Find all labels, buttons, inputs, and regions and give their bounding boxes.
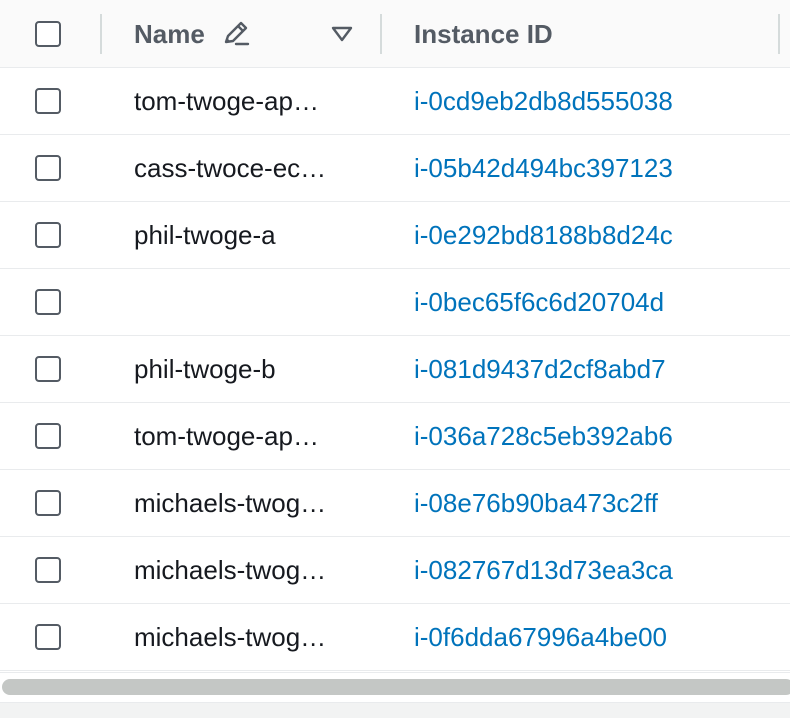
table-row[interactable]: michaels-twog… i-082767d13d73ea3ca [0, 537, 790, 604]
row-checkbox[interactable] [35, 356, 61, 382]
row-checkbox[interactable] [35, 624, 61, 650]
table-footer [0, 702, 790, 718]
table-row[interactable]: cass-twoce-ec… i-05b42d494bc397123 [0, 135, 790, 202]
instance-name: michaels-twog… [134, 622, 327, 652]
table-header: Name Instance ID [0, 0, 790, 68]
instance-id-link[interactable]: i-08e76b90ba473c2ff [414, 470, 658, 536]
table-row[interactable]: i-0bec65f6c6d20704d [0, 269, 790, 336]
table-row[interactable]: michaels-twog… i-08e76b90ba473c2ff [0, 470, 790, 537]
instance-id-link[interactable]: i-0f6dda67996a4be00 [414, 604, 667, 670]
row-checkbox[interactable] [35, 289, 61, 315]
table-row[interactable]: phil-twoge-a i-0e292bd8188b8d24c [0, 202, 790, 269]
sort-triangle-down-icon[interactable] [331, 25, 353, 43]
instance-id-link[interactable]: i-0cd9eb2db8d555038 [414, 68, 673, 134]
table-row[interactable]: tom-twoge-ap… i-036a728c5eb392ab6 [0, 403, 790, 470]
column-resize-handle[interactable] [778, 14, 780, 54]
instance-id-column-header[interactable]: Instance ID [414, 0, 553, 68]
instances-table: Name Instance ID tom-twoge-ap… i-0cd9eb2… [0, 0, 790, 718]
instance-name: cass-twoce-ec… [134, 153, 327, 183]
horizontal-scrollbar[interactable] [0, 672, 790, 702]
row-checkbox[interactable] [35, 490, 61, 516]
column-resize-handle[interactable] [380, 14, 382, 54]
instance-name: tom-twoge-ap… [134, 421, 319, 451]
row-checkbox[interactable] [35, 155, 61, 181]
row-checkbox[interactable] [35, 88, 61, 114]
row-checkbox[interactable] [35, 222, 61, 248]
instance-name: phil-twoge-b [134, 354, 276, 384]
instance-id-link[interactable]: i-0bec65f6c6d20704d [414, 269, 664, 335]
table-row[interactable]: tom-twoge-ap… i-0cd9eb2db8d555038 [0, 68, 790, 135]
instance-id-link[interactable]: i-05b42d494bc397123 [414, 135, 673, 201]
column-divider [100, 14, 102, 54]
instance-id-link[interactable]: i-0e292bd8188b8d24c [414, 202, 673, 268]
instance-name: tom-twoge-ap… [134, 86, 319, 116]
select-all-checkbox[interactable] [35, 21, 61, 47]
instance-name: michaels-twog… [134, 488, 327, 518]
instance-id-link[interactable]: i-081d9437d2cf8abd7 [414, 336, 666, 402]
table-body: tom-twoge-ap… i-0cd9eb2db8d555038 cass-t… [0, 68, 790, 671]
table-row[interactable]: phil-twoge-b i-081d9437d2cf8abd7 [0, 336, 790, 403]
table-row[interactable]: michaels-twog… i-0f6dda67996a4be00 [0, 604, 790, 671]
instance-name: michaels-twog… [134, 555, 327, 585]
scrollbar-thumb[interactable] [2, 679, 790, 695]
pencil-edit-icon[interactable] [222, 20, 250, 48]
row-checkbox[interactable] [35, 557, 61, 583]
instance-name: phil-twoge-a [134, 220, 276, 250]
instance-id-link[interactable]: i-036a728c5eb392ab6 [414, 403, 673, 469]
instance-id-link[interactable]: i-082767d13d73ea3ca [414, 537, 673, 603]
name-column-header[interactable]: Name [134, 0, 205, 68]
instance-name [134, 269, 350, 335]
row-checkbox[interactable] [35, 423, 61, 449]
